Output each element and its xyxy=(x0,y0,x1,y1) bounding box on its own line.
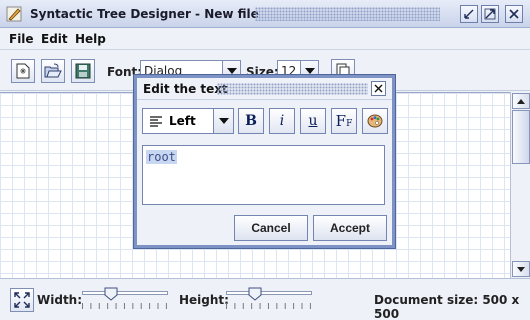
scroll-up-icon[interactable] xyxy=(512,93,530,109)
width-slider[interactable] xyxy=(82,287,168,313)
window-titlebar: Syntactic Tree Designer - New file xyxy=(0,0,530,28)
save-button[interactable] xyxy=(71,59,95,83)
color-button[interactable] xyxy=(362,108,388,134)
fit-to-window-icon xyxy=(14,292,30,308)
open-file-button[interactable] xyxy=(41,59,65,83)
underline-button[interactable]: u xyxy=(300,108,326,134)
height-slider[interactable] xyxy=(226,287,312,313)
status-bar: Width: Height: Document size: 500 x 500 xyxy=(0,278,530,320)
menu-edit[interactable]: Edit xyxy=(41,32,68,46)
menu-bar: File Edit Help xyxy=(0,28,530,50)
text-editor-value: root xyxy=(146,150,177,164)
document-size-label: Document size: 500 x 500 xyxy=(374,293,520,320)
menu-help[interactable]: Help xyxy=(75,32,106,46)
alignment-value: Left xyxy=(169,114,196,128)
font-icon: FF xyxy=(335,112,353,130)
height-label: Height: xyxy=(179,293,229,307)
dialog-close-icon[interactable] xyxy=(371,81,386,96)
height-slider-knob[interactable] xyxy=(248,287,262,301)
text-editor-area[interactable]: root xyxy=(142,145,385,205)
pencil-app-icon xyxy=(6,6,22,22)
maximize-icon[interactable] xyxy=(481,5,499,23)
menu-file[interactable]: File xyxy=(9,32,34,46)
accept-button[interactable]: Accept xyxy=(313,215,387,241)
new-document-button[interactable] xyxy=(11,59,35,83)
dialog-title: Edit the text xyxy=(143,82,228,96)
width-slider-knob[interactable] xyxy=(104,287,118,301)
close-icon[interactable] xyxy=(505,5,523,23)
new-document-icon xyxy=(16,63,30,79)
italic-icon: i xyxy=(279,113,285,129)
window-title: Syntactic Tree Designer - New file xyxy=(30,7,259,21)
align-left-icon xyxy=(150,116,162,127)
chevron-down-icon[interactable] xyxy=(213,109,233,133)
fit-to-window-button[interactable] xyxy=(10,288,34,312)
dialog-titlebar: Edit the text xyxy=(137,78,392,100)
font-button[interactable]: FF xyxy=(331,108,357,134)
bold-button[interactable]: B xyxy=(238,108,264,134)
scroll-down-icon[interactable] xyxy=(512,261,530,277)
underline-icon: u xyxy=(308,113,318,129)
alignment-select[interactable]: Left xyxy=(142,108,234,134)
save-disk-icon xyxy=(75,63,91,79)
minimize-icon[interactable] xyxy=(460,5,478,23)
width-label: Width: xyxy=(37,293,83,307)
vertical-scrollbar[interactable] xyxy=(510,92,530,278)
open-folder-icon xyxy=(44,63,62,78)
scroll-thumb[interactable] xyxy=(512,110,530,164)
cancel-button[interactable]: Cancel xyxy=(234,215,308,241)
edit-text-dialog: Edit the text Left B i u FF root Cancel … xyxy=(134,75,395,248)
bold-icon: B xyxy=(245,113,257,129)
italic-button[interactable]: i xyxy=(269,108,295,134)
color-palette-icon xyxy=(367,114,383,128)
